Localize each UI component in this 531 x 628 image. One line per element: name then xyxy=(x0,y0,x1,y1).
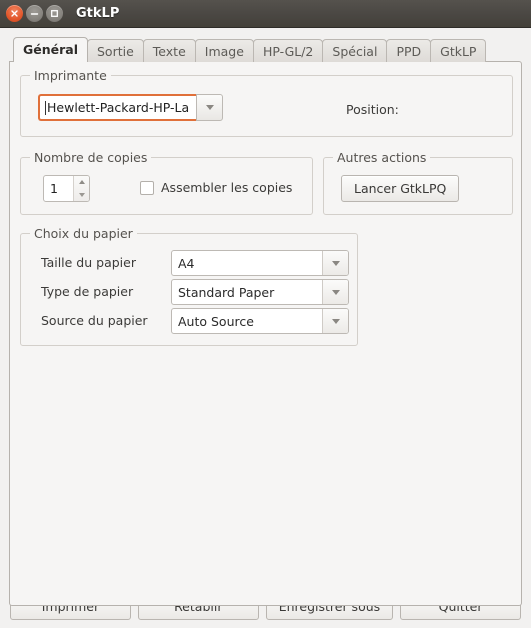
collate-checkbox[interactable] xyxy=(140,180,154,195)
tab-texte[interactable]: Texte xyxy=(142,39,196,62)
chevron-down-icon xyxy=(331,289,340,295)
chevron-down-icon xyxy=(205,105,214,110)
window-titlebar: GtkLP xyxy=(0,0,531,28)
paper-source-combo[interactable]: Auto Source xyxy=(171,308,349,334)
text-caret xyxy=(45,100,46,115)
tab-image[interactable]: Image xyxy=(194,39,254,62)
paper-type-label: Type de papier xyxy=(41,284,134,299)
printer-group: Imprimante Hewlett-Packard-HP-La Positio… xyxy=(20,68,513,137)
printer-combo-arrow-button[interactable] xyxy=(196,94,223,121)
paper-size-label: Taille du papier xyxy=(41,255,136,270)
minimize-button[interactable] xyxy=(26,5,43,22)
tab-general[interactable]: Général xyxy=(13,37,88,62)
paper-group: Choix du papier Taille du papier A4 Type… xyxy=(20,226,358,346)
maximize-button[interactable] xyxy=(46,5,63,22)
collate-checkbox-row[interactable]: Assembler les copies xyxy=(140,180,292,195)
collate-label: Assembler les copies xyxy=(161,180,293,195)
paper-size-combo-arrow[interactable] xyxy=(322,251,348,275)
tab-gtklp[interactable]: GtkLP xyxy=(430,39,487,62)
copies-spinner-buttons[interactable] xyxy=(73,176,89,201)
chevron-down-icon[interactable] xyxy=(78,192,85,197)
position-label: Position: xyxy=(346,102,399,117)
printer-entry-value: Hewlett-Packard-HP-La xyxy=(47,100,190,115)
copies-spinner[interactable]: 1 xyxy=(43,175,90,202)
paper-type-combo-arrow[interactable] xyxy=(322,280,348,304)
chevron-up-icon[interactable] xyxy=(78,180,85,185)
chevron-down-icon xyxy=(331,260,340,266)
window-title: GtkLP xyxy=(76,6,120,21)
paper-type-combo[interactable]: Standard Paper xyxy=(171,279,349,305)
notebook: Général Sortie Texte Image HP-GL/2 Spéci… xyxy=(9,37,522,606)
other-actions-group: Autres actions Lancer GtkLPQ xyxy=(323,150,513,215)
tab-hpgl2[interactable]: HP-GL/2 xyxy=(252,39,324,62)
paper-size-value: A4 xyxy=(178,255,195,271)
copies-group: Nombre de copies 1 Assembler les copies xyxy=(20,150,313,215)
minimize-icon xyxy=(30,13,39,15)
close-icon xyxy=(11,10,18,17)
paper-source-combo-arrow[interactable] xyxy=(322,309,348,333)
paper-source-label: Source du papier xyxy=(41,313,148,328)
tab-panel-general: Imprimante Hewlett-Packard-HP-La Positio… xyxy=(9,61,522,606)
other-actions-group-legend: Autres actions xyxy=(333,150,431,165)
copies-spinner-value: 1 xyxy=(50,181,58,196)
maximize-icon xyxy=(51,10,58,17)
paper-type-value: Standard Paper xyxy=(178,284,275,300)
printer-entry[interactable]: Hewlett-Packard-HP-La xyxy=(38,94,196,121)
tab-special[interactable]: Spécial xyxy=(322,39,388,62)
tab-strip: Général Sortie Texte Image HP-GL/2 Spéci… xyxy=(9,37,522,62)
paper-size-combo[interactable]: A4 xyxy=(171,250,349,276)
copies-group-legend: Nombre de copies xyxy=(30,150,152,165)
paper-source-value: Auto Source xyxy=(178,313,254,329)
close-button[interactable] xyxy=(6,5,23,22)
chevron-down-icon xyxy=(331,318,340,324)
paper-group-legend: Choix du papier xyxy=(30,226,137,241)
printer-group-legend: Imprimante xyxy=(30,68,111,83)
tab-ppd[interactable]: PPD xyxy=(386,39,432,62)
launch-gtklpq-button[interactable]: Lancer GtkLPQ xyxy=(341,175,460,202)
tab-sortie[interactable]: Sortie xyxy=(87,39,144,62)
printer-combo[interactable]: Hewlett-Packard-HP-La xyxy=(38,94,223,121)
